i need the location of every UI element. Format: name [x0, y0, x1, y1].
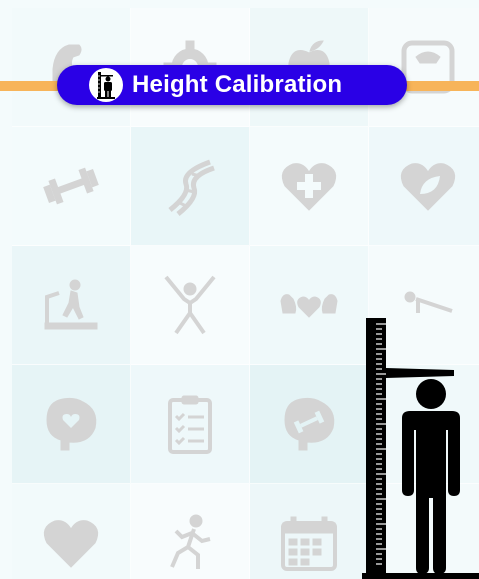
- dna-icon: [168, 159, 215, 216]
- heart-leaf-icon: [400, 163, 456, 211]
- person-on-stadiometer-icon: [362, 318, 479, 579]
- clipboard-checklist-icon: [168, 395, 212, 454]
- heart-icon: [43, 520, 99, 568]
- heart-plus-icon: [281, 163, 337, 211]
- page-title: Height Calibration: [132, 71, 343, 98]
- stomach-dumbbell-icon: [284, 397, 335, 451]
- tile-heart-leaf: [369, 127, 479, 246]
- tile-heart-plus: [250, 127, 369, 246]
- calendar-icon: [281, 516, 337, 571]
- tile-running: [131, 484, 250, 579]
- jumping-person-icon: [164, 275, 216, 335]
- running-person-icon: [170, 514, 211, 569]
- tile-clipboard: [131, 365, 250, 484]
- tile-stomach-dumbbell: [250, 365, 369, 484]
- arms-heart-icon: [280, 294, 338, 318]
- height-calibration-screen: Height Calibration: [0, 0, 479, 579]
- tile-arms-heart: [250, 246, 369, 365]
- tile-heart: [12, 484, 131, 579]
- tile-stomach-heart: [12, 365, 131, 484]
- treadmill-icon: [44, 279, 98, 330]
- tile-dna: [131, 127, 250, 246]
- tile-jumping: [131, 246, 250, 365]
- person-on-height-scale-icon: [89, 68, 123, 102]
- stomach-heart-icon: [46, 397, 97, 451]
- header-banner: Height Calibration: [57, 65, 407, 105]
- tile-calendar: [250, 484, 369, 579]
- tile-dumbbell: [12, 127, 131, 246]
- tile-treadmill: [12, 246, 131, 365]
- dumbbell-icon: [43, 167, 99, 205]
